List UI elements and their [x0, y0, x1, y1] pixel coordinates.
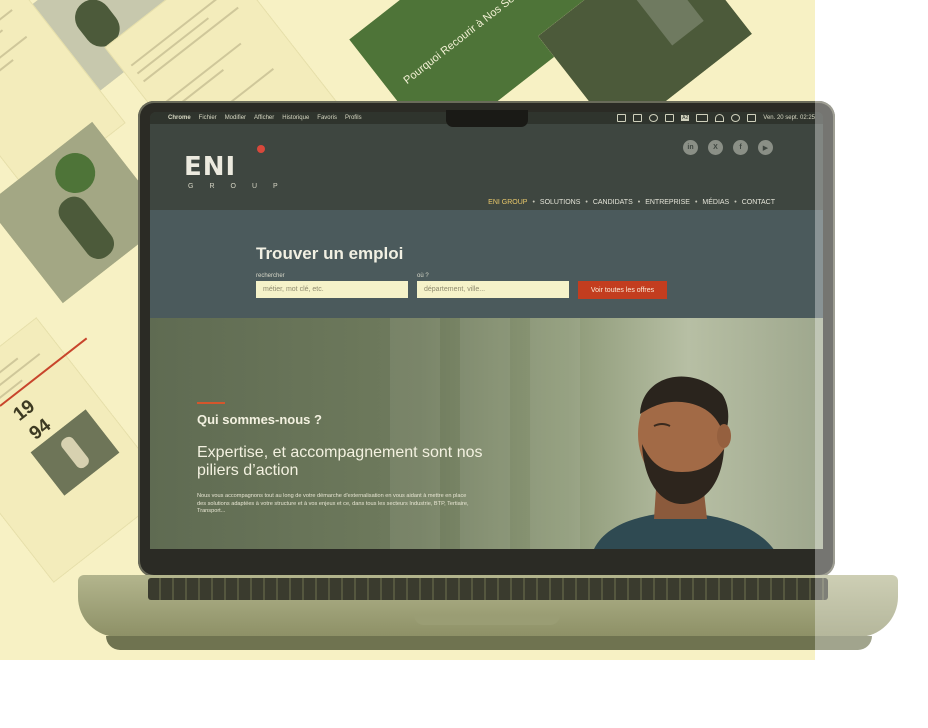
laptop-lip-notch — [414, 615, 560, 625]
camera-notch — [446, 110, 528, 127]
menubar-item-favoris[interactable]: Favoris — [317, 115, 337, 121]
logo-subtitle: GROUP — [188, 183, 294, 190]
menubar-datetime[interactable]: Ven. 20 sept. 02:25 — [763, 115, 815, 121]
menubar-app-name[interactable]: Chrome — [168, 115, 191, 121]
menubar-item-profils[interactable]: Profils — [345, 115, 362, 121]
battery-icon[interactable] — [696, 114, 709, 122]
what-label: rechercher — [256, 273, 285, 279]
job-search-title: Trouver un emploi — [256, 244, 404, 263]
nav-candidats[interactable]: CANDIDATS — [593, 199, 633, 206]
hero-person-photo — [594, 376, 774, 549]
youtube-icon[interactable]: ▶ — [758, 140, 773, 155]
search-icon[interactable] — [731, 114, 741, 122]
nav-contact[interactable]: CONTACT — [742, 199, 775, 206]
laptop-screen: Chrome Fichier Modifier Afficher Histori… — [150, 112, 823, 549]
nav-entreprise[interactable]: ENTREPRISE — [645, 199, 690, 206]
hero-bg-window — [530, 318, 580, 549]
hero-section: Qui sommes-nous ? Expertise, et accompag… — [150, 318, 823, 549]
menubar-item-fichier[interactable]: Fichier — [199, 115, 217, 121]
eni-logo[interactable]: ENI GROUP — [184, 145, 294, 190]
hero-kicker: Qui sommes-nous ? — [197, 412, 322, 427]
menubar-status-area: A2 Ven. 20 sept. 02:25 — [617, 114, 815, 122]
hero-body: Nous vous accompagnons tout au long de v… — [197, 493, 469, 514]
menubar-item-modifier[interactable]: Modifier — [225, 115, 246, 121]
main-nav: ENI GROUP • SOLUTIONS • CANDIDATS • ENTR… — [488, 199, 775, 206]
nav-separator: • — [734, 199, 737, 206]
nav-medias[interactable]: MÉDIAS — [702, 199, 729, 206]
bluetooth-icon[interactable] — [665, 114, 675, 122]
site-header: ENI GROUP in X f ▶ ENI GROUP • SOLUTIONS… — [150, 124, 823, 210]
clock-icon[interactable] — [649, 114, 659, 122]
nav-separator: • — [694, 199, 698, 206]
nav-solutions[interactable]: SOLUTIONS — [540, 199, 580, 206]
where-input[interactable]: département, ville... — [417, 281, 569, 298]
facebook-icon[interactable]: f — [733, 140, 748, 155]
x-icon[interactable]: X — [708, 140, 723, 155]
laptop-base-front — [106, 636, 872, 650]
nav-separator: • — [637, 199, 641, 206]
social-links: in X f ▶ — [683, 140, 773, 155]
control-center-icon[interactable] — [747, 114, 757, 122]
screen-icon[interactable] — [617, 114, 627, 122]
hero-accent-line — [197, 402, 225, 404]
hero-title: Expertise, et accompagnement sont nos pi… — [197, 444, 483, 479]
nav-separator: • — [585, 199, 588, 206]
what-input[interactable]: métier, mot clé, etc. — [256, 281, 408, 298]
laptop-keyboard — [148, 578, 828, 600]
display-icon[interactable] — [633, 114, 643, 122]
see-all-offers-button[interactable]: Voir toutes les offres — [578, 281, 667, 299]
logo-word: ENI — [184, 152, 237, 182]
input-source-badge[interactable]: A2 — [681, 115, 690, 121]
menubar-item-afficher[interactable]: Afficher — [254, 115, 274, 121]
linkedin-icon[interactable]: in — [683, 140, 698, 155]
menubar-item-historique[interactable]: Historique — [282, 115, 309, 121]
logo-dot — [257, 145, 265, 153]
wifi-icon[interactable] — [715, 114, 725, 122]
nav-eni-group[interactable]: ENI GROUP — [488, 199, 527, 206]
job-search-section: Trouver un emploi rechercher métier, mot… — [150, 210, 823, 318]
nav-separator: • — [532, 199, 535, 206]
where-label: où ? — [417, 273, 429, 279]
